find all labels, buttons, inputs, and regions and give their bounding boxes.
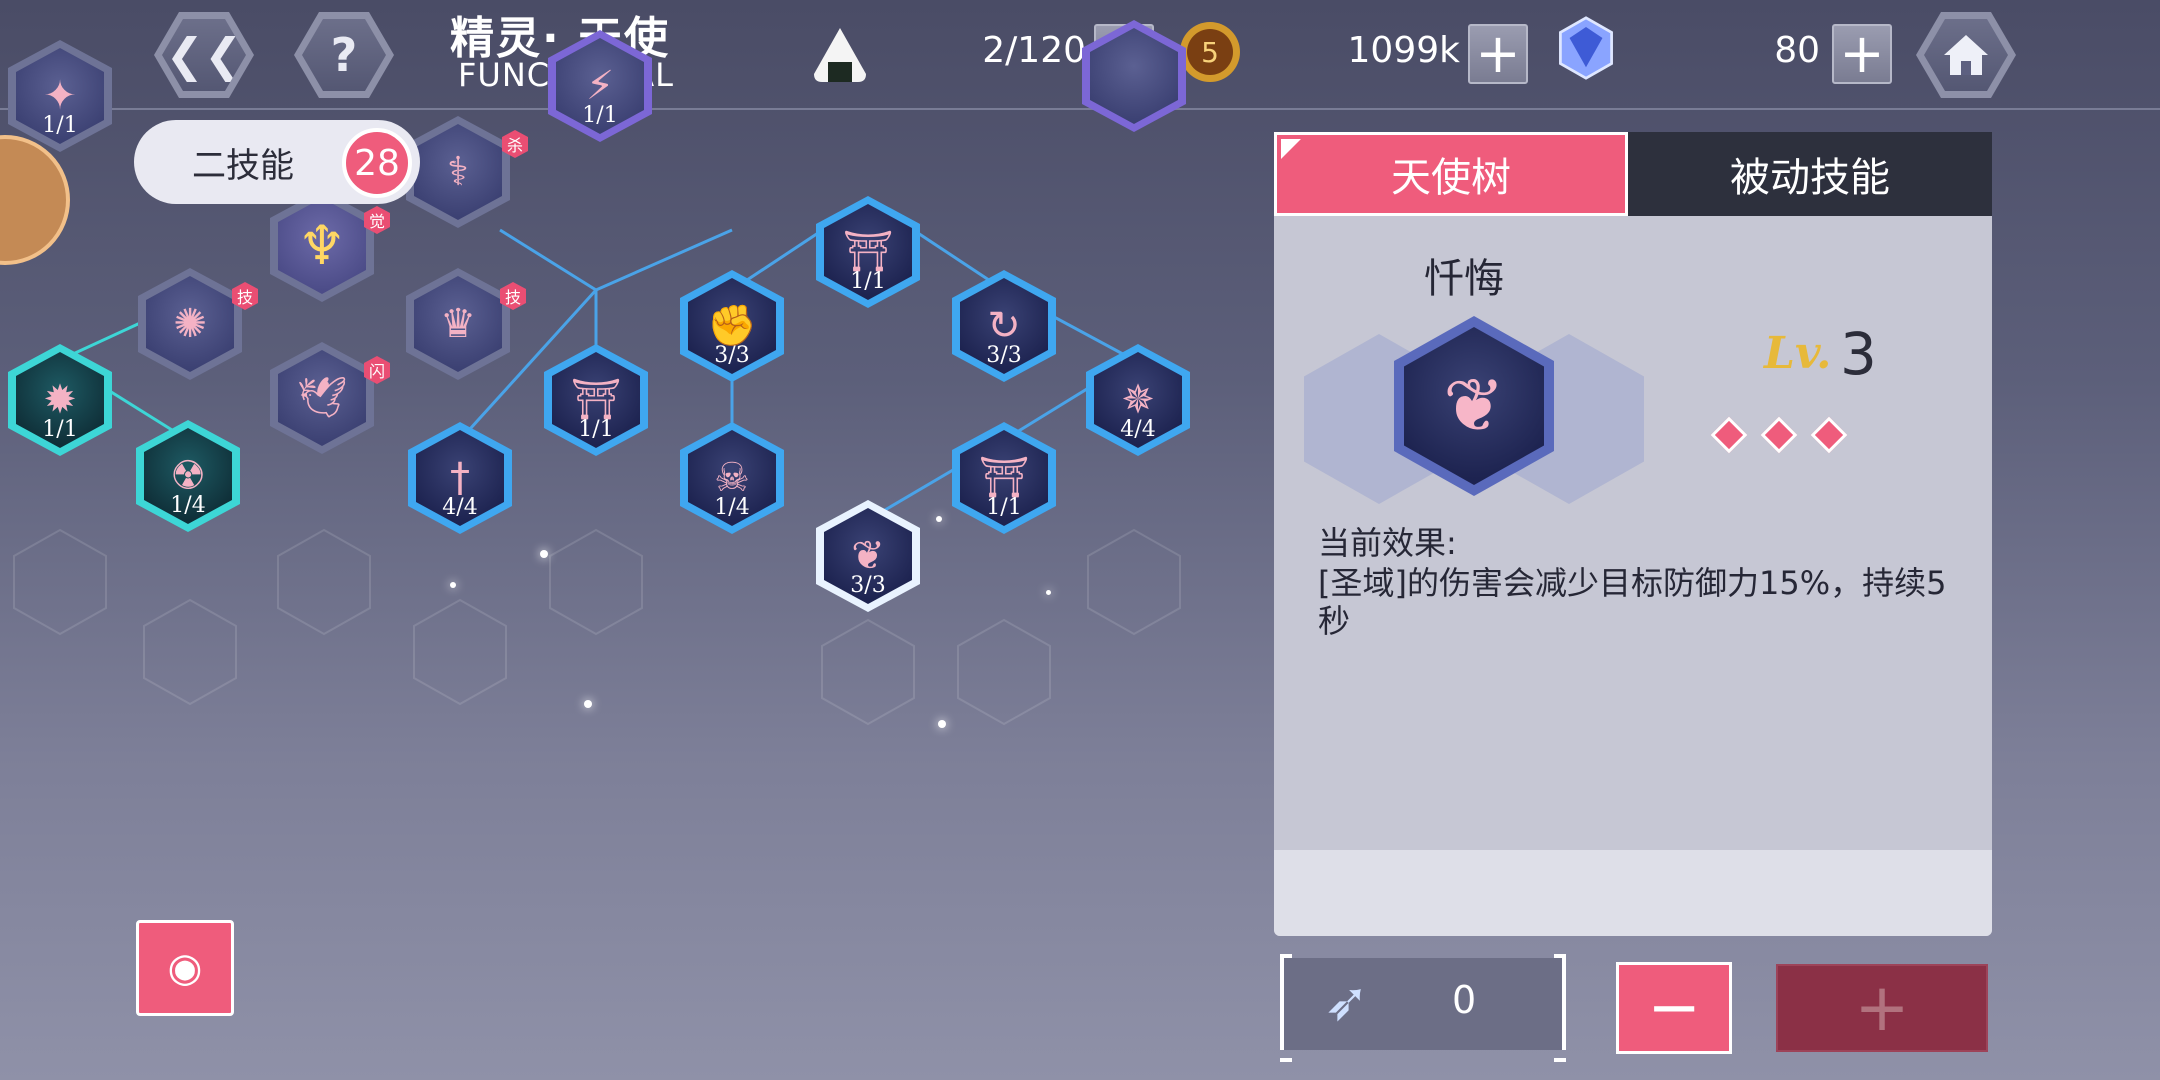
- home-icon: [1944, 35, 1988, 75]
- node-level: 4/4: [1120, 417, 1156, 442]
- wings-icon: ♆: [297, 214, 347, 277]
- spark-icon: ✹: [43, 377, 77, 423]
- tab-angel-tree[interactable]: 天使树: [1274, 132, 1628, 216]
- skill-points-label: 二技能: [192, 145, 294, 186]
- skill-icon: ⚡: [585, 63, 615, 109]
- skill-name: 忏悔: [1424, 256, 1504, 302]
- sparkle: [450, 582, 456, 588]
- level-pip: [1710, 416, 1748, 454]
- feather-value: 0: [1452, 978, 1477, 1022]
- sparkle: [938, 720, 946, 728]
- node-level: 1/1: [42, 417, 78, 442]
- skill-points-count: 28: [342, 128, 412, 198]
- node-level: 1/1: [850, 269, 886, 294]
- sparkle: [540, 550, 548, 558]
- effect-description: [圣域]的伤害会减少目标防御力15%，持续5秒: [1318, 564, 1947, 640]
- node-level: 4/4: [442, 495, 478, 520]
- level-label: Lv.: [1764, 328, 1832, 379]
- level-pip: [1810, 416, 1848, 454]
- node-level: 3/3: [986, 343, 1022, 368]
- add-crystal-button[interactable]: +: [1832, 24, 1892, 84]
- beam-icon: ✵: [1121, 377, 1155, 423]
- spin-icon: ↻: [987, 303, 1021, 349]
- crystal-icon: [1559, 16, 1613, 80]
- shrine-icon: ⛩: [570, 377, 622, 423]
- sparkle: [584, 700, 592, 708]
- sparkle: [1046, 590, 1051, 595]
- skull-icon: ☠: [714, 455, 750, 501]
- crown-icon: ♛: [440, 301, 476, 347]
- sparkle: [936, 516, 942, 522]
- gold-value: 1099k: [1347, 30, 1460, 71]
- feather-counter: ➶ 0: [1280, 954, 1566, 1062]
- node-level: 1/1: [42, 113, 78, 138]
- view-toggle-button[interactable]: ◉: [136, 920, 234, 1016]
- node-level: 1/4: [714, 495, 750, 520]
- add-gold-button[interactable]: +: [1468, 24, 1528, 84]
- broken-heart-icon: ❦: [1442, 363, 1505, 449]
- increase-level-button[interactable]: +: [1776, 964, 1988, 1052]
- effect-title: 当前效果:: [1318, 524, 1457, 562]
- eye-icon: ◉: [167, 945, 203, 991]
- panel-tabs: 天使树 被动技能: [1274, 132, 1992, 216]
- node-level: 3/3: [714, 343, 750, 368]
- skill-hex-display: ❦: [1304, 316, 1644, 504]
- crystal-value: 80: [1774, 30, 1820, 71]
- home-button[interactable]: [1916, 12, 2016, 98]
- sword-icon: †: [450, 455, 470, 501]
- shrine-icon: ⛩: [978, 455, 1030, 501]
- broken-heart-icon: ❦: [851, 533, 885, 579]
- panel-footer: [1274, 850, 1992, 936]
- feather-icon: ➶: [1324, 970, 1370, 1033]
- tab-passive-skills[interactable]: 被动技能: [1628, 132, 1992, 216]
- tiger-icon: ☢: [170, 453, 206, 499]
- fist-icon: ✊: [707, 303, 757, 349]
- node-level: 1/1: [578, 417, 614, 442]
- shrine-icon: ⛩: [842, 229, 894, 275]
- bird-icon: 🕊: [296, 375, 348, 421]
- skill-detail-panel: 忏悔 ❦ Lv. 3 当前效果: [圣域]的伤害会减少目标防御力15%，持续5秒: [1274, 216, 1992, 936]
- level-value: 3: [1840, 320, 1877, 388]
- vortex-icon: ✺: [173, 301, 207, 347]
- level-pip: [1760, 416, 1798, 454]
- node-level: 3/3: [850, 573, 886, 598]
- skill-points-pill[interactable]: 二技能 28: [134, 120, 420, 204]
- node-level: 1/1: [582, 103, 618, 128]
- pillars-icon: ⚕: [447, 149, 469, 195]
- skill-icon: ✦: [43, 73, 77, 119]
- decrease-level-button[interactable]: −: [1616, 962, 1732, 1054]
- node-level: 1/1: [986, 495, 1022, 520]
- node-level: 1/4: [170, 493, 206, 518]
